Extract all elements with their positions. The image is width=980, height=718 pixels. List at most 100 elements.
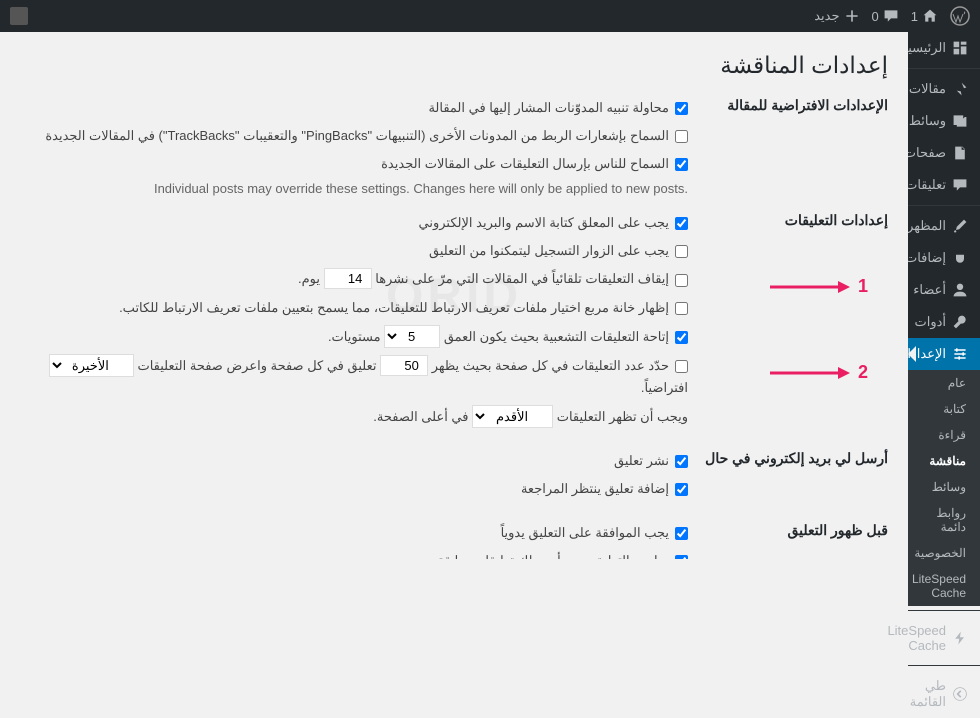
sidebar-item-dashboard[interactable]: الرئيسية <box>908 32 980 64</box>
checkbox-notify[interactable] <box>675 102 688 115</box>
site-count: 1 <box>911 9 918 24</box>
sidebar-label: مقالات <box>909 81 946 97</box>
annotation-1: 1 <box>858 276 868 297</box>
opt-allow-comments[interactable]: السماح للناس بإرسال التعليقات على المقال… <box>20 153 688 175</box>
sidebar-item-media[interactable]: وسائط <box>908 105 980 137</box>
wordpress-icon <box>950 6 970 26</box>
sidebar-item-appearance[interactable]: المظهر <box>908 210 980 242</box>
checkbox-email-moderation[interactable] <box>675 483 688 496</box>
comments-count[interactable]: 0 <box>872 8 899 24</box>
pin-icon <box>952 81 968 97</box>
media-icon <box>952 113 968 129</box>
tool-icon <box>952 314 968 330</box>
page-title: إعدادات المناقشة <box>20 52 888 79</box>
opt-manual-approve[interactable]: يجب الموافقة على التعليق يدوياً <box>20 522 688 544</box>
opt-order: ويجب أن تظهر التعليقات الأقدم في أعلى ال… <box>20 405 688 428</box>
sub-permalinks[interactable]: روابط دائمة <box>908 500 980 540</box>
opt-email-on-comment[interactable]: نشر تعليق <box>20 450 688 472</box>
per-page-input[interactable] <box>380 355 428 376</box>
section-header-default: الإعدادات الافتراضية للمقالة <box>688 97 888 196</box>
dashboard-icon <box>952 40 968 56</box>
checkbox-paginate[interactable] <box>675 360 688 373</box>
opt-threaded[interactable]: إتاحة التعليقات التشعبية بحيث يكون العمق… <box>20 325 688 348</box>
plus-icon <box>844 8 860 24</box>
sidebar-collapse[interactable]: طي القائمة <box>908 670 980 718</box>
sidebar-label: صفحات <box>904 145 946 161</box>
sidebar-item-plugins[interactable]: إضافات1 <box>908 242 980 274</box>
comments-num: 0 <box>872 9 879 24</box>
plug-icon <box>952 250 968 266</box>
default-page-select[interactable]: الأخيرة <box>49 354 134 377</box>
sidebar-item-comments[interactable]: تعليقات <box>908 169 980 201</box>
checkbox-registration[interactable] <box>675 245 688 258</box>
sub-discussion[interactable]: مناقشة <box>908 448 980 474</box>
section1-note: Individual posts may override these sett… <box>20 181 688 196</box>
checkbox-manual-approve[interactable] <box>675 527 688 540</box>
checkbox-threaded[interactable] <box>675 331 688 344</box>
checkbox-pingbacks[interactable] <box>675 130 688 143</box>
new-content[interactable]: جديد <box>814 8 859 24</box>
sub-writing[interactable]: كتابة <box>908 396 980 422</box>
sidebar-item-litespeed[interactable]: LiteSpeed Cache <box>908 615 980 661</box>
new-label: جديد <box>814 8 839 24</box>
annotation-2: 2 <box>858 362 868 383</box>
collapse-icon <box>952 686 968 702</box>
days-input[interactable] <box>324 268 372 289</box>
sub-general[interactable]: عام <box>908 370 980 396</box>
settings-submenu: عام كتابة قراءة مناقشة وسائط روابط دائمة… <box>908 370 980 606</box>
opt-allow-pingbacks[interactable]: السماح بإشعارات الربط من المدونات الأخرى… <box>20 125 688 147</box>
checkbox-cookies[interactable] <box>675 302 688 315</box>
sidebar-item-pages[interactable]: صفحات <box>908 137 980 169</box>
sidebar-label: المظهر <box>907 218 946 234</box>
checkbox-allow-comments[interactable] <box>675 158 688 171</box>
sidebar-item-tools[interactable]: أدوات <box>908 306 980 338</box>
section-header-comments: إعدادات التعليقات <box>688 212 888 434</box>
checkbox-prev-approved[interactable] <box>675 555 688 559</box>
comment-order-select[interactable]: الأقدم <box>472 405 553 428</box>
opt-close-old[interactable]: إيقاف التعليقات تلقائياً في المقالات الت… <box>20 268 688 290</box>
admin-sidebar: الرئيسية مقالات وسائط صفحات تعليقات المظ… <box>908 32 980 559</box>
opt-require-name-email[interactable]: يجب على المعلق كتابة الاسم والبريد الإلك… <box>20 212 688 234</box>
checkbox-close-old[interactable] <box>675 274 688 287</box>
section-header-before: قبل ظهور التعليق <box>688 522 888 559</box>
thread-depth-select[interactable]: 5 <box>384 325 440 348</box>
home-icon <box>922 8 938 24</box>
sidebar-item-posts[interactable]: مقالات <box>908 73 980 105</box>
opt-paginate[interactable]: حدّد عدد التعليقات في كل صفحة بحيث يظهر … <box>20 354 688 399</box>
sub-litespeed[interactable]: LiteSpeed Cache <box>908 566 980 606</box>
site-switch[interactable]: 1 <box>911 8 938 24</box>
avatar <box>10 7 28 25</box>
sliders-icon <box>952 346 968 362</box>
comment-icon <box>883 8 899 24</box>
checkbox-email-comment[interactable] <box>675 455 688 468</box>
opt-pingback-notify[interactable]: محاولة تنبيه المدوّنات المشار إليها في ا… <box>20 97 688 119</box>
checkbox-name-email[interactable] <box>675 217 688 230</box>
sidebar-label: تعليقات <box>905 177 946 193</box>
user-menu[interactable] <box>10 7 28 25</box>
user-icon <box>952 282 968 298</box>
sidebar-label: أعضاء <box>913 282 946 298</box>
bolt-icon <box>952 630 968 646</box>
comment-icon <box>952 177 968 193</box>
collapse-label: طي القائمة <box>910 678 946 710</box>
wp-logo[interactable] <box>950 6 970 26</box>
sidebar-label: أدوات <box>914 314 946 330</box>
sub-privacy[interactable]: الخصوصية <box>908 540 980 566</box>
page-icon <box>952 145 968 161</box>
sidebar-label: إضافات <box>905 250 946 266</box>
opt-email-on-moderation[interactable]: إضافة تعليق ينتظر المراجعة <box>20 478 688 500</box>
sidebar-item-settings[interactable]: الإعدادات <box>908 338 980 370</box>
opt-previously-approved[interactable]: صاحب التعليق يجب أن يملك تعليقات سابقة <box>20 550 688 559</box>
sub-media[interactable]: وسائط <box>908 474 980 500</box>
sidebar-label: وسائط <box>909 113 946 129</box>
arrow-icon <box>770 364 850 382</box>
opt-cookies-optin[interactable]: إظهار خانة مربع اختيار ملفات تعريف الارت… <box>20 297 688 319</box>
sub-reading[interactable]: قراءة <box>908 422 980 448</box>
annotation-arrow-1: 1 <box>770 276 868 297</box>
opt-require-registration[interactable]: يجب على الزوار التسجيل ليتمكنوا من التعل… <box>20 240 688 262</box>
arrow-icon <box>770 278 850 296</box>
annotation-arrow-2: 2 <box>770 362 868 383</box>
section-header-email: أرسل لي بريد إلكتروني في حال <box>688 450 888 506</box>
brush-icon <box>952 218 968 234</box>
sidebar-item-users[interactable]: أعضاء <box>908 274 980 306</box>
